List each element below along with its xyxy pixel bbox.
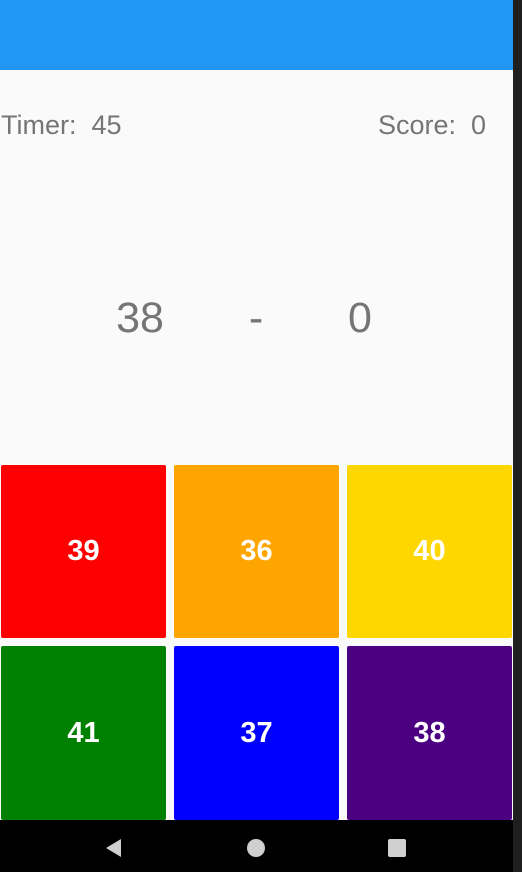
equation: 38 - 0 [0, 288, 513, 348]
score-text: Score: 0 [377, 110, 486, 140]
answer-button-4[interactable]: 41 [1, 646, 166, 820]
home-button[interactable] [238, 830, 274, 866]
screen: Timer: 45 Score: 0 38 - 0 39 36 40 41 37… [0, 0, 522, 872]
operator: - [248, 294, 264, 342]
operand-b: 0 [348, 294, 372, 342]
back-button[interactable] [96, 830, 132, 866]
recent-apps-button[interactable] [379, 830, 415, 866]
recent-square-icon [388, 839, 406, 857]
system-nav-bar [0, 820, 513, 872]
answer-button-6[interactable]: 38 [347, 646, 512, 820]
answer-grid: 39 36 40 41 37 38 [1, 465, 513, 820]
app-bar [0, 0, 513, 70]
status-row: Timer: 45 Score: 0 [0, 108, 513, 142]
back-triangle-icon [106, 839, 121, 857]
timer-text: Timer: 45 [1, 110, 122, 140]
answer-button-5[interactable]: 37 [174, 646, 339, 820]
operand-a: 38 [116, 294, 164, 342]
answer-button-1[interactable]: 39 [1, 465, 166, 638]
screen-edge [513, 0, 522, 872]
home-circle-icon [247, 839, 265, 857]
answer-button-3[interactable]: 40 [347, 465, 512, 638]
answer-button-2[interactable]: 36 [174, 465, 339, 638]
